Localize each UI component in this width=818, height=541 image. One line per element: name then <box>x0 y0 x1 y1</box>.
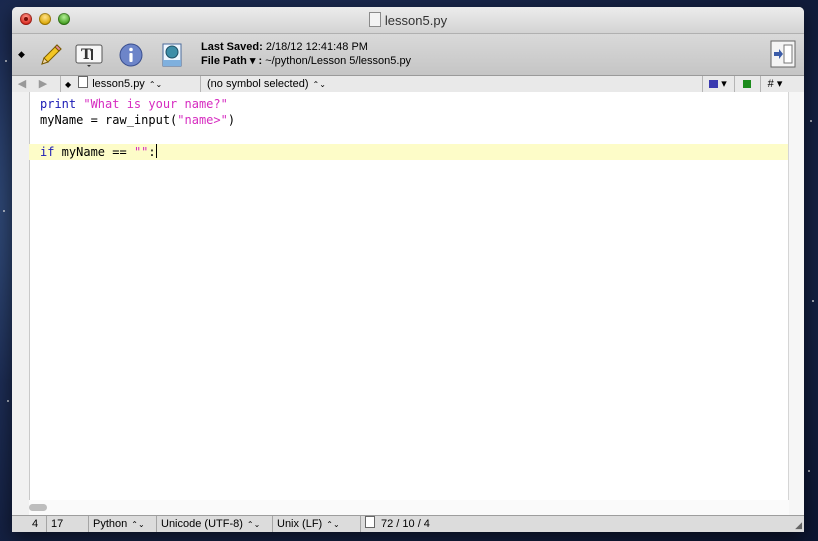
toolbar: ◆ T Last Saved: 2/18/12 12:41:48 PM File… <box>12 34 804 76</box>
svg-text:T: T <box>81 47 92 63</box>
bookmark-icon <box>709 80 719 88</box>
symbol-menu[interactable]: (no symbol selected) ⌃⌄ <box>200 76 357 92</box>
back-arrow-icon[interactable]: ◀ <box>12 76 32 92</box>
info-icon <box>119 43 143 67</box>
file-icon <box>78 76 89 88</box>
updown-icon: ⌃⌄ <box>148 80 163 89</box>
horizontal-scroll-thumb[interactable] <box>29 504 47 511</box>
info-button[interactable] <box>116 40 146 70</box>
navigation-bar: ◀ ▶ ◆ lesson5.py ⌃⌄ (no symbol selected) ⌃… <box>12 76 804 93</box>
bookmark-menu[interactable]: ▾ <box>702 76 733 92</box>
line-endings-menu[interactable]: Unix (LF) ⌃⌄ <box>272 516 359 532</box>
updown-icon: ⌃⌄ <box>131 520 145 529</box>
column-number: 17 <box>46 516 91 532</box>
encoding-menu[interactable]: Unicode (UTF-8) ⌃⌄ <box>156 516 271 532</box>
stats-document-icon <box>365 516 375 528</box>
function-icon <box>743 80 751 88</box>
code-text[interactable]: print "What is your name?" myName = raw_… <box>29 96 804 160</box>
script-icon <box>162 43 182 67</box>
updown-icon: ⌃⌄ <box>246 520 261 529</box>
window-title: lesson5.py <box>12 12 804 28</box>
pencil-button[interactable] <box>36 40 66 70</box>
split-view-button[interactable] <box>770 40 796 68</box>
document-state-icon: ◆ <box>18 49 25 59</box>
text-options-button[interactable]: T <box>74 40 104 70</box>
function-menu[interactable] <box>734 76 759 92</box>
document-icon <box>368 12 381 27</box>
code-line: myName = raw_input("name>") <box>40 113 236 127</box>
code-line: print "What is your name?" <box>40 97 228 111</box>
horizontal-scrollbar[interactable] <box>29 500 789 515</box>
updown-icon: ⌃⌄ <box>326 520 340 529</box>
language-menu[interactable]: Python ⌃⌄ <box>88 516 157 532</box>
resize-grip-icon[interactable]: ◢ <box>795 520 802 531</box>
text-caret <box>155 144 157 158</box>
file-menu[interactable]: ◆ lesson5.py ⌃⌄ <box>60 76 205 92</box>
last-saved-label: Last Saved: <box>201 41 263 53</box>
hash-menu[interactable]: # ▾ <box>760 76 789 92</box>
split-view-icon <box>770 40 796 68</box>
code-editor[interactable]: print "What is your name?" myName = raw_… <box>12 92 804 515</box>
forward-arrow-icon[interactable]: ▶ <box>34 76 52 92</box>
document-stats: 72 / 10 / 4 <box>360 516 465 532</box>
title-bar: lesson5.py <box>12 7 804 34</box>
file-path-menu[interactable]: File Path ▾ : <box>201 55 262 67</box>
status-bar: 4 17 Python ⌃⌄ Unicode (UTF-8) ⌃⌄ Unix (LF… <box>12 515 804 532</box>
editor-window: lesson5.py ◆ T Last Saved: 2/18/12 12:41… <box>12 7 804 532</box>
text-options-icon: T <box>75 44 103 67</box>
vertical-scrollbar[interactable] <box>788 92 804 515</box>
last-saved-value: 2/18/12 12:41:48 PM <box>265 41 368 53</box>
script-button[interactable] <box>157 40 187 70</box>
save-info: Last Saved: 2/18/12 12:41:48 PM File Pat… <box>201 40 411 68</box>
pencil-icon <box>41 44 62 65</box>
line-gutter <box>12 92 30 515</box>
file-path-value: ~/python/Lesson 5/lesson5.py <box>265 55 412 67</box>
current-code-line: if myName == "": <box>29 144 804 160</box>
document-state-icon: ◆ <box>65 80 72 89</box>
updown-icon: ⌃⌄ <box>312 80 326 89</box>
